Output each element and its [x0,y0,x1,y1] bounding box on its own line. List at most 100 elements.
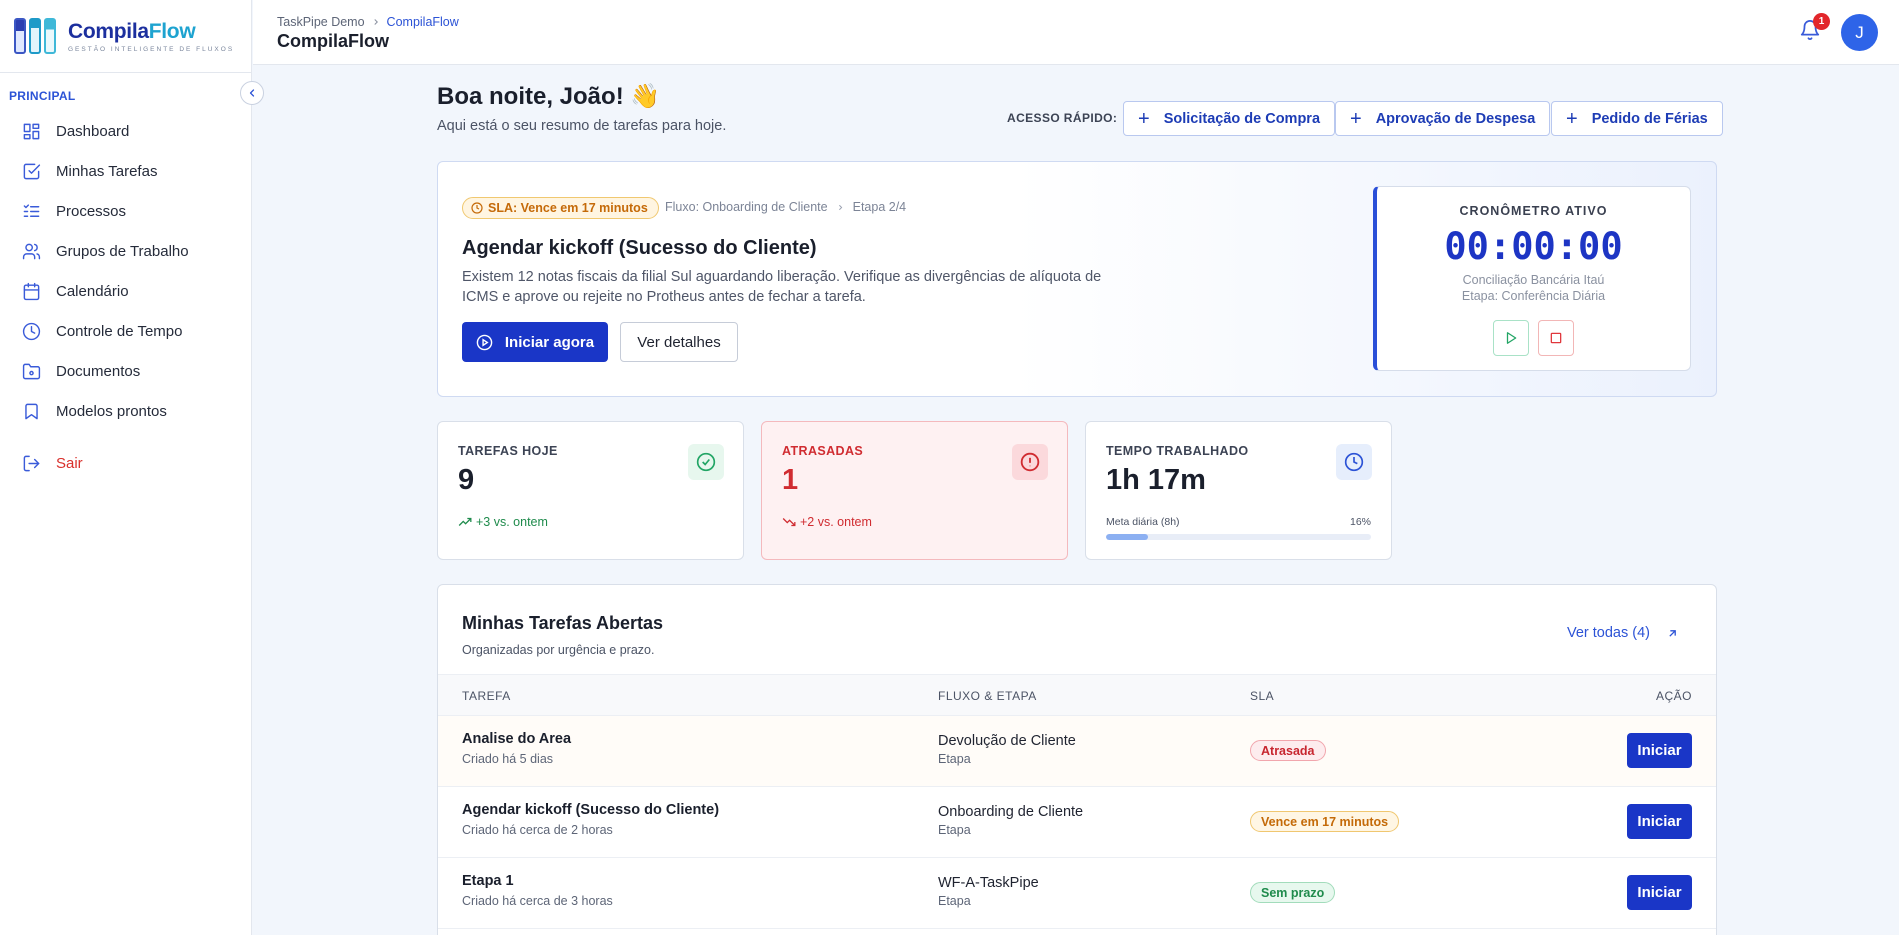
quick-button-label: Pedido de Férias [1591,110,1708,127]
trend-up-icon [458,517,472,526]
avatar[interactable]: J [1841,14,1878,51]
sidebar-item-controle-de-tempo[interactable]: Controle de Tempo [0,311,251,351]
checkbox-icon [23,163,41,179]
breadcrumb: TaskPipe Demo CompilaFlow [277,15,459,29]
sidebar-item-minhas-tarefas[interactable]: Minhas Tarefas [0,151,251,191]
sidebar-item-dashboard[interactable]: Dashboard [0,111,251,151]
sidebar-item-calendario[interactable]: Calendário [0,271,251,311]
stat-overdue: ATRASADAS 1 +2 vs. ontem [761,421,1068,560]
sidebar-item-grupos-de-trabalho[interactable]: Grupos de Trabalho [0,231,251,271]
timer-value: 00:00:00 [1444,225,1623,268]
stat-trend: +3 vs. ontem [458,515,548,529]
play-circle-icon [476,334,493,350]
collapse-sidebar-button[interactable] [240,81,264,105]
start-task-button[interactable]: Iniciar [1627,804,1692,839]
grid-icon [23,123,40,139]
task-stage: Etapa [938,752,971,766]
task-name: Agendar kickoff (Sucesso do Cliente) [462,802,720,818]
alert-circle-icon [1012,444,1048,480]
stat-label: TAREFAS HOJE [458,444,558,458]
plus-icon: + [1350,107,1362,130]
sidebar-item-label: Minhas Tarefas [56,162,158,180]
see-all-link[interactable]: Ver todas (4) [1567,625,1679,641]
chevron-right-icon [838,204,842,210]
logout-icon [23,455,40,471]
daily-goal-percent: 16% [1349,516,1371,528]
greeting-title: Boa noite, João! 👋 [437,83,661,110]
flow-stage: Etapa 2/4 [852,200,907,214]
quick-solicitacao-compra-button[interactable]: + Solicitação de Compra [1123,101,1336,136]
sla-badge: Sem prazo [1250,882,1336,903]
breadcrumb-current[interactable]: CompilaFlow [387,15,459,29]
notification-badge: 1 [1813,13,1830,30]
check-circle-icon [688,444,724,480]
start-task-button[interactable]: Iniciar [1627,875,1692,910]
table-row[interactable]: Etapa 1 Criado há cerca de 3 horas WF-A-… [438,858,1716,929]
sidebar-item-label: Controle de Tempo [56,322,183,340]
sidebar-item-documentos[interactable]: Documentos [0,351,251,391]
start-now-button[interactable]: Iniciar agora [462,322,608,362]
task-created: Criado há cerca de 3 horas [462,894,613,908]
column-header-action: AÇÃO [1655,689,1692,703]
timer-stop-button[interactable] [1538,320,1574,356]
table-header: TAREFA FLUXO & ETAPA SLA AÇÃO [438,674,1716,716]
open-tasks-title: Minhas Tarefas Abertas [462,613,664,633]
active-timer: CRONÔMETRO ATIVO 00:00:00 Conciliação Ba… [1373,186,1691,371]
sidebar: CompilaFlow GESTÃO INTELIGENTE DE FLUXOS… [0,0,252,935]
logout-label: Sair [56,454,83,472]
quick-button-label: Solicitação de Compra [1163,110,1321,127]
sidebar-item-processos[interactable]: Processos [0,191,251,231]
topbar: TaskPipe Demo CompilaFlow CompilaFlow 1 … [253,0,1899,65]
brand-tagline: GESTÃO INTELIGENTE DE FLUXOS [68,45,235,53]
brand[interactable]: CompilaFlow GESTÃO INTELIGENTE DE FLUXOS [0,0,251,73]
task-stage: Etapa [938,823,971,837]
timer-play-button[interactable] [1493,320,1529,356]
open-tasks-subtitle: Organizadas por urgência e prazo. [462,643,655,657]
stat-trend: +2 vs. ontem [782,515,872,529]
daily-goal-row: Meta diária (8h) 16% [1106,516,1371,528]
next-task-title: Agendar kickoff (Sucesso do Cliente) [462,237,817,259]
daily-goal-progress-fill [1106,534,1149,540]
task-flow: Onboarding de Cliente [938,804,1084,820]
sla-badge: Vence em 17 minutos [1250,811,1400,832]
chevron-left-icon [249,89,255,97]
users-icon [22,243,41,259]
daily-goal-progress [1106,534,1371,540]
quick-pedido-ferias-button[interactable]: + Pedido de Férias [1551,101,1723,136]
sidebar-item-modelos-prontos[interactable]: Modelos prontos [0,391,251,431]
start-task-button[interactable]: Iniciar [1627,733,1692,768]
sidebar-item-label: Documentos [56,362,141,380]
sla-badge: Atrasada [1250,740,1326,761]
table-row[interactable]: Analise do Area Criado há 5 dias Devoluç… [438,716,1716,787]
sidebar-item-label: Processos [56,202,127,220]
stat-value: 1 [782,464,799,496]
breadcrumb-root[interactable]: TaskPipe Demo [277,15,365,29]
stat-value: 1h 17m [1106,464,1206,496]
sidebar-item-label: Dashboard [56,122,130,140]
stat-tasks-today: TAREFAS HOJE 9 +3 vs. ontem [437,421,744,560]
open-tasks-card: Minhas Tarefas Abertas Organizadas por u… [437,584,1717,935]
sidebar-item-sair[interactable]: Sair [0,443,251,483]
clock-icon [471,202,483,214]
stop-icon [1550,332,1562,344]
timer-task: Conciliação Bancária Itaú [1462,273,1605,287]
greeting-subtitle: Aqui está o seu resumo de tarefas para h… [437,118,727,134]
quick-access-label: ACESSO RÁPIDO: [1007,111,1118,125]
stat-label: ATRASADAS [782,444,864,458]
page-title: CompilaFlow [277,31,389,51]
quick-button-label: Aprovação de Despesa [1375,110,1536,127]
trend-down-icon [782,518,796,527]
sla-badge: SLA: Vence em 17 minutos [462,197,659,219]
next-task-card: SLA: Vence em 17 minutos Fluxo: Onboardi… [437,161,1717,397]
task-created: Criado há 5 dias [462,752,554,766]
sidebar-item-label: Modelos prontos [56,402,167,420]
timer-stage: Etapa: Conferência Diária [1461,289,1606,303]
sidebar-section-label: PRINCIPAL [9,89,76,103]
quick-aprovacao-despesa-button[interactable]: + Aprovação de Despesa [1335,101,1551,136]
play-icon [1506,332,1517,344]
table-row[interactable]: Agendar kickoff (Sucesso do Cliente) Cri… [438,787,1716,858]
clock-icon [1336,444,1372,480]
bookmark-icon [25,403,38,419]
task-stage: Etapa [938,894,971,908]
view-details-button[interactable]: Ver detalhes [620,322,738,362]
